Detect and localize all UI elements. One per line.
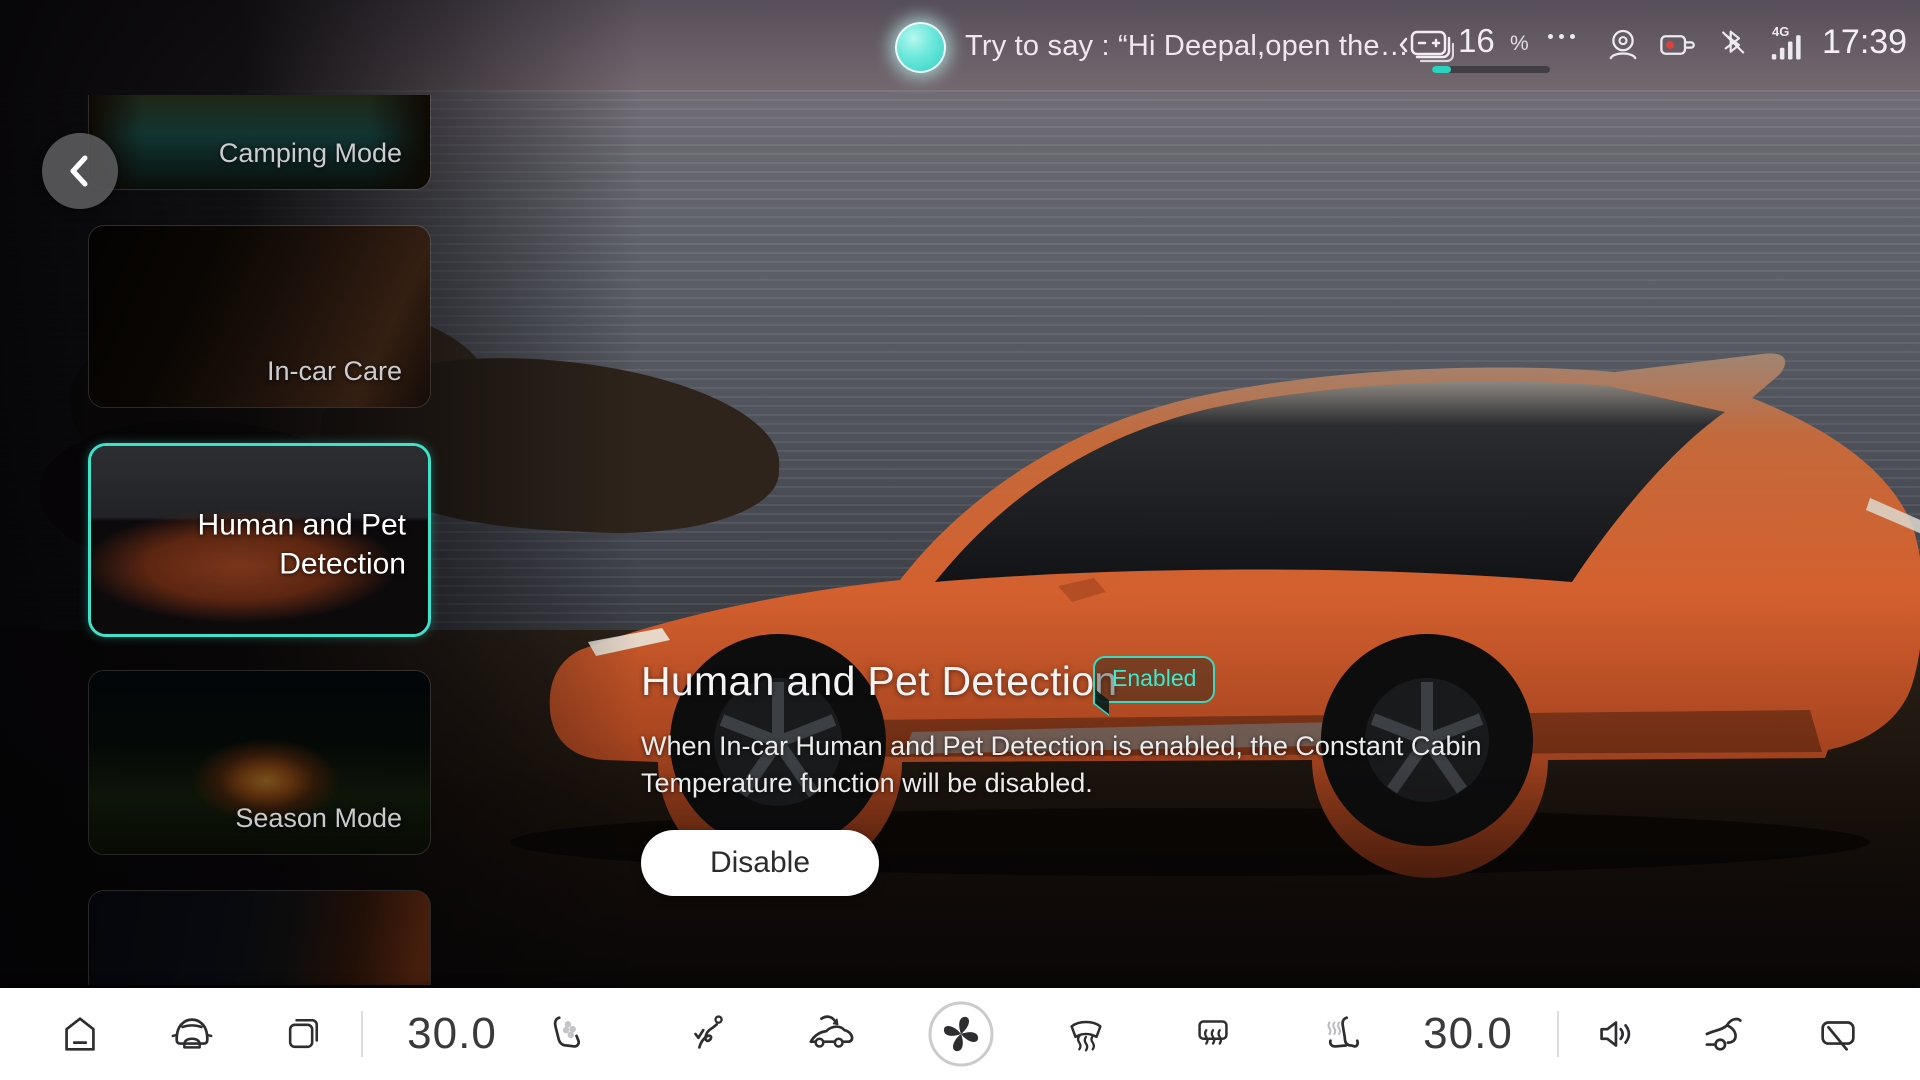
volume-button[interactable] <box>1592 1011 1638 1057</box>
air-recirculation-button[interactable] <box>806 1011 856 1057</box>
seat-heating-icon <box>1318 1011 1364 1057</box>
driver-temperature[interactable]: 30.0 <box>407 1009 497 1059</box>
voice-hint-text: Try to say : “Hi Deepal,open the… <box>965 30 1409 63</box>
windshield-defrost-icon <box>1063 1011 1109 1057</box>
battery-status: 16 % <box>1398 20 1558 76</box>
fan-speed-button[interactable] <box>926 999 996 1069</box>
recent-apps-icon <box>281 1012 325 1056</box>
recent-apps-button[interactable] <box>281 1012 325 1056</box>
status-badge: Enabled <box>1093 656 1215 703</box>
trunk-open-button[interactable] <box>1702 1011 1750 1057</box>
trunk-open-icon <box>1702 1011 1750 1057</box>
sidebar-card-incar-care[interactable]: In-car Care <box>88 225 431 408</box>
description: When In-car Human and Pet Detection is e… <box>641 728 1481 802</box>
description-line-1: When In-car Human and Pet Detection is e… <box>641 728 1481 765</box>
recording-camera-icon[interactable] <box>1656 24 1700 66</box>
battery-progress-fill <box>1432 66 1451 73</box>
battery-icon <box>1398 26 1454 66</box>
clock: 17:39 <box>1822 23 1907 62</box>
volume-icon <box>1592 1011 1638 1057</box>
sidebar-card-human-pet-detection-selected[interactable]: Human and Pet Detection <box>88 443 431 637</box>
infotainment-screen: Try to say : “Hi Deepal,open the… 16 % 4… <box>0 0 1920 1080</box>
home-button[interactable] <box>57 1011 103 1057</box>
card-label: Camping Mode <box>219 138 402 169</box>
description-line-2: Temperature function will be disabled. <box>641 765 1481 802</box>
dock-divider <box>361 1011 363 1057</box>
sidebar-card-season-mode[interactable]: Season Mode <box>88 670 431 855</box>
more-ellipsis-icon[interactable] <box>1548 34 1588 39</box>
seat-ventilation-button[interactable] <box>543 1011 589 1057</box>
screen-off-icon <box>1815 1011 1861 1057</box>
back-chevron-icon <box>63 152 97 190</box>
screen-off-button[interactable] <box>1815 1011 1861 1057</box>
bottom-dock: 30.0 <box>0 988 1920 1080</box>
sidebar-card-partial[interactable] <box>88 890 431 985</box>
fan-icon <box>926 999 996 1069</box>
battery-percent: 16 <box>1458 22 1495 60</box>
back-button[interactable] <box>42 133 118 209</box>
seat-heating-button[interactable] <box>1318 1011 1364 1057</box>
battery-progress-bar <box>1432 66 1550 73</box>
card-label: Season Mode <box>235 803 402 834</box>
air-recirculation-icon <box>806 1011 856 1057</box>
page-title: Human and Pet Detection <box>641 658 1117 705</box>
windshield-defrost-button[interactable] <box>1063 1011 1109 1057</box>
car-front-icon <box>169 1011 215 1057</box>
card-label: In-car Care <box>267 356 402 387</box>
rear-defrost-icon <box>1190 1011 1236 1057</box>
voice-assistant-orb[interactable] <box>895 22 946 73</box>
dock-divider <box>1557 1011 1559 1057</box>
seat-ventilation-icon <box>543 1011 589 1057</box>
sidebar-card-camping-mode[interactable]: Camping Mode <box>88 95 431 190</box>
card-label: Human and Pet Detection <box>196 506 406 584</box>
bluetooth-off-icon[interactable] <box>1714 24 1754 66</box>
battery-percent-sign: % <box>1510 32 1529 56</box>
signal-4g-icon <box>1770 30 1806 62</box>
airflow-direction-button[interactable] <box>685 1011 731 1057</box>
home-icon <box>57 1011 103 1057</box>
car-controls-button[interactable] <box>169 1011 215 1057</box>
webcam-icon[interactable] <box>1602 24 1644 66</box>
disable-button[interactable]: Disable <box>641 830 879 896</box>
rear-defrost-button[interactable] <box>1190 1011 1236 1057</box>
airflow-direction-icon <box>685 1011 731 1057</box>
passenger-temperature[interactable]: 30.0 <box>1423 1009 1513 1059</box>
